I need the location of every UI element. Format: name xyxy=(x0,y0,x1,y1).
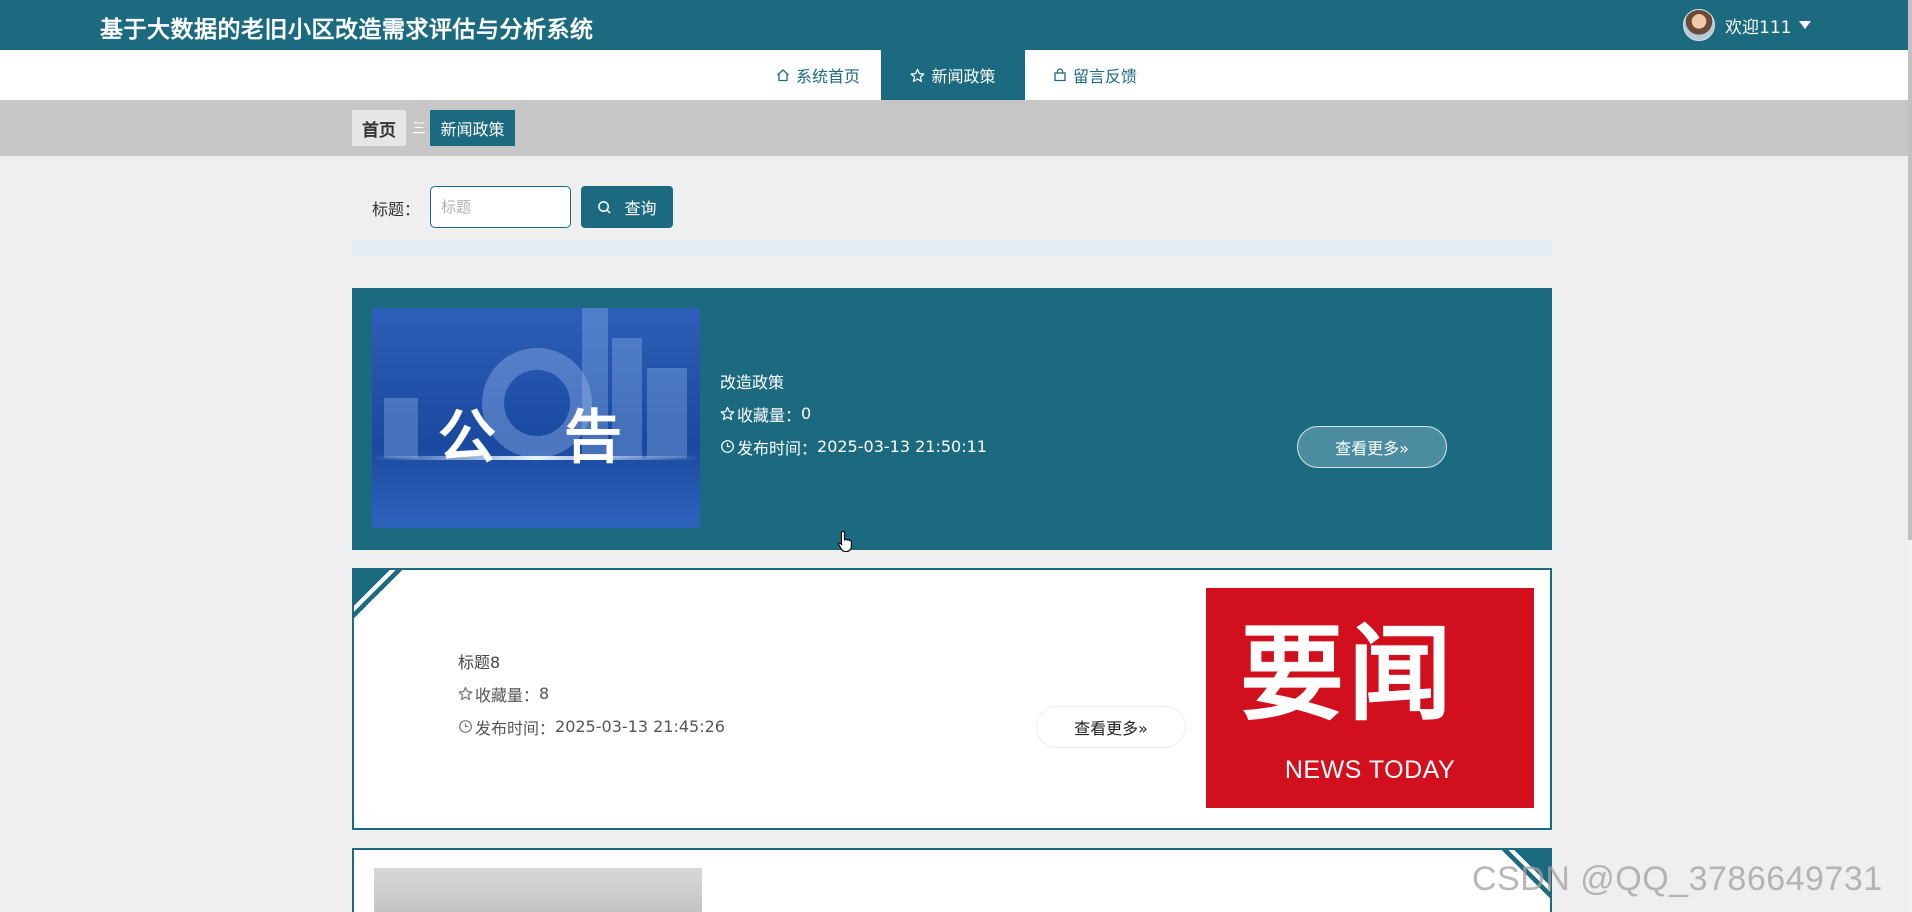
city-shape xyxy=(647,368,687,458)
favorites-row: 收藏量： 8 xyxy=(458,677,725,710)
star-icon xyxy=(458,686,473,701)
view-more-button[interactable]: 查看更多» xyxy=(1297,426,1447,468)
nav-item-home[interactable]: 系统首页 xyxy=(755,50,881,100)
time-label: 发布时间： xyxy=(737,438,818,458)
news-meta: 改造政策 收藏量： 0 发布时间： 2025-03-13 21:50:11 xyxy=(720,364,987,463)
nav-item-label: 留言反馈 xyxy=(1072,67,1137,86)
news-title[interactable]: 改造政策 xyxy=(720,364,987,397)
search-icon xyxy=(598,200,612,214)
favorites-label: 收藏量： xyxy=(475,685,540,705)
bag-icon xyxy=(1054,68,1066,82)
news-image[interactable] xyxy=(374,868,702,912)
site-title: 基于大数据的老旧小区改造需求评估与分析系统 xyxy=(100,17,594,43)
breadcrumb-home[interactable]: 首页 xyxy=(352,110,406,146)
time-row: 发布时间： 2025-03-13 21:50:11 xyxy=(720,430,987,463)
search-label: 标题： xyxy=(372,200,421,219)
view-more-button[interactable]: 查看更多» xyxy=(1036,706,1186,748)
favorites-count: 0 xyxy=(801,404,812,423)
corner-decoration xyxy=(352,568,404,620)
watermark: CSDN @QQ_3786649731 xyxy=(1472,860,1883,898)
favorites-count: 8 xyxy=(539,684,550,703)
time-label: 发布时间： xyxy=(475,718,556,738)
favorites-label: 收藏量： xyxy=(737,405,802,425)
news-today-image[interactable]: 要闻 NEWS TODAY xyxy=(1206,588,1534,808)
main-nav: 系统首页 新闻政策 留言反馈 xyxy=(0,50,1908,100)
city-shape xyxy=(384,398,418,458)
divider-strip xyxy=(352,240,1552,256)
nav-item-news-policy[interactable]: 新闻政策 xyxy=(881,50,1025,100)
caret-down-icon[interactable] xyxy=(1799,21,1812,29)
announcement-image[interactable]: 公 告 xyxy=(372,308,700,528)
publish-time: 2025-03-13 21:50:11 xyxy=(817,437,987,456)
image-subtitle: NEWS TODAY xyxy=(1284,756,1456,784)
scrollbar-thumb[interactable] xyxy=(1908,0,1912,540)
clock-icon xyxy=(459,720,472,733)
user-menu[interactable]: 欢迎111 xyxy=(1683,9,1812,41)
home-icon xyxy=(777,69,789,82)
breadcrumb-current: 新闻政策 xyxy=(430,110,515,146)
star-icon xyxy=(720,406,735,421)
light-line xyxy=(372,456,700,460)
clock-icon xyxy=(721,440,734,453)
search-button-label: 查询 xyxy=(624,199,657,218)
news-card[interactable]: 标题8 收藏量： 8 发布时间： 2025-03-13 21:45:26 查看更… xyxy=(352,568,1552,830)
star-icon xyxy=(911,68,925,82)
breadcrumb: 首页 三 新闻政策 xyxy=(0,100,1908,156)
nav-item-label: 系统首页 xyxy=(795,67,860,86)
hand-cursor-icon xyxy=(838,530,852,553)
image-char-1: 公 xyxy=(438,403,497,471)
news-title[interactable]: 标题8 xyxy=(458,644,725,677)
nav-item-feedback[interactable]: 留言反馈 xyxy=(1025,50,1165,100)
news-card[interactable] xyxy=(352,848,1552,912)
breadcrumb-separator: 三 xyxy=(412,121,426,137)
news-meta: 标题8 收藏量： 8 发布时间： 2025-03-13 21:45:26 xyxy=(458,644,725,743)
search-button[interactable]: 查询 xyxy=(581,186,673,228)
avatar[interactable] xyxy=(1683,9,1715,41)
welcome-text[interactable]: 欢迎111 xyxy=(1725,13,1791,38)
image-char-2: 告 xyxy=(564,403,623,471)
top-header: 基于大数据的老旧小区改造需求评估与分析系统 欢迎111 xyxy=(0,0,1912,50)
publish-time: 2025-03-13 21:45:26 xyxy=(555,717,725,736)
time-row: 发布时间： 2025-03-13 21:45:26 xyxy=(458,710,725,743)
favorites-row: 收藏量： 0 xyxy=(720,397,987,430)
news-card[interactable]: 公 告 改造政策 收藏量： 0 发布时间： 2025-03-13 21:50:1… xyxy=(352,288,1552,550)
nav-item-label: 新闻政策 xyxy=(931,67,996,86)
title-search-input[interactable] xyxy=(430,186,571,228)
image-headline: 要闻 xyxy=(1240,613,1457,735)
